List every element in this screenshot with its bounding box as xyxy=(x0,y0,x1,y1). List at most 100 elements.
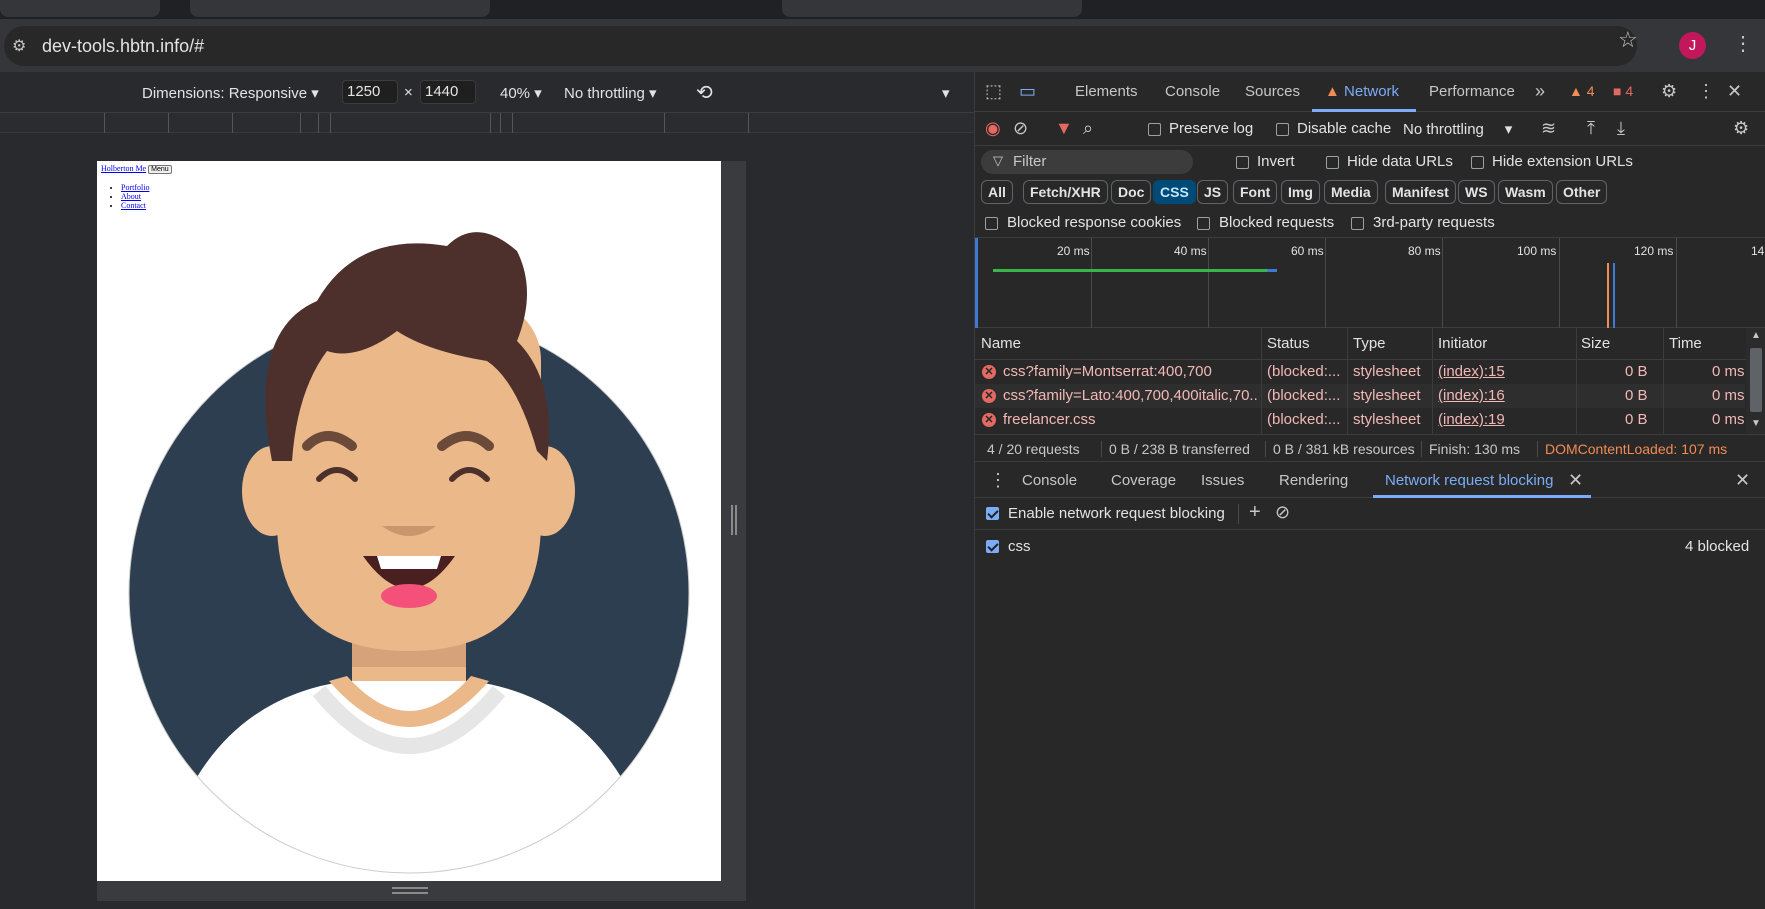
disable-cache-checkbox[interactable] xyxy=(1276,123,1289,136)
table-scrollbar[interactable]: ▲ ▼ xyxy=(1746,328,1765,434)
type-filter-media[interactable]: Media xyxy=(1324,180,1378,204)
preserve-log-checkbox[interactable] xyxy=(1148,123,1161,136)
hide-data-urls-label: Hide data URLs xyxy=(1347,153,1453,170)
customize-menu-icon[interactable]: ⋮ xyxy=(1697,81,1715,102)
hide-data-urls-checkbox[interactable] xyxy=(1326,156,1339,169)
type-filter-css[interactable]: CSS xyxy=(1153,180,1196,204)
blocked-response-cookies-checkbox[interactable] xyxy=(985,217,998,230)
tab-console[interactable]: Console xyxy=(1165,83,1220,100)
drawer-tab-network-request-blocking[interactable]: Network request blocking xyxy=(1385,472,1553,489)
media-query-ruler xyxy=(0,113,974,133)
tab-elements[interactable]: Elements xyxy=(1075,83,1138,100)
close-drawer-tab-icon[interactable]: ✕ xyxy=(1568,470,1583,491)
tab-performance[interactable]: Performance xyxy=(1429,83,1515,100)
column-type[interactable]: Type xyxy=(1353,335,1386,352)
type-filter-wasm[interactable]: Wasm xyxy=(1498,180,1553,204)
tab-network[interactable]: ▲ Network xyxy=(1325,83,1399,100)
requests-table: Name Status Type Initiator Size Time ✕ c… xyxy=(975,328,1765,434)
device-toggle-icon[interactable]: ▭ xyxy=(1019,81,1036,102)
inspect-element-icon[interactable]: ⬚ xyxy=(985,81,1002,102)
drawer-tab-issues[interactable]: Issues xyxy=(1201,472,1244,489)
add-pattern-icon[interactable]: + xyxy=(1249,501,1261,524)
type-filter-other[interactable]: Other xyxy=(1556,180,1608,204)
filter-funnel-icon[interactable]: ▼ xyxy=(1055,118,1073,139)
scroll-thumb[interactable] xyxy=(1750,348,1762,412)
height-input[interactable]: 1440 xyxy=(420,80,476,104)
errors-badge[interactable]: ■ 4 xyxy=(1613,83,1633,99)
type-filter-ws[interactable]: WS xyxy=(1458,180,1495,204)
browser-tab[interactable] xyxy=(0,0,160,17)
scroll-down-arrow-icon[interactable]: ▼ xyxy=(1751,418,1761,429)
column-initiator[interactable]: Initiator xyxy=(1438,335,1487,352)
filter-input[interactable]: ▽ Filter xyxy=(981,150,1193,174)
hide-extension-urls-checkbox[interactable] xyxy=(1471,156,1484,169)
blocked-requests-checkbox[interactable] xyxy=(1197,217,1210,230)
site-settings-icon[interactable]: ⚙ xyxy=(12,36,32,56)
zoom-select[interactable]: 40% ▾ xyxy=(500,84,542,102)
hide-extension-urls-label: Hide extension URLs xyxy=(1492,153,1633,170)
network-conditions-icon[interactable]: ≋ xyxy=(1541,118,1556,139)
browser-tab[interactable] xyxy=(782,0,1082,17)
type-filter-fetch-xhr[interactable]: Fetch/XHR xyxy=(1023,180,1108,204)
column-name[interactable]: Name xyxy=(981,335,1021,352)
column-status[interactable]: Status xyxy=(1267,335,1310,352)
profile-avatar[interactable]: J xyxy=(1679,32,1706,59)
browser-menu-icon[interactable]: ⋮ xyxy=(1733,31,1753,56)
drawer-tab-coverage[interactable]: Coverage xyxy=(1111,472,1176,489)
search-icon[interactable]: ⌕ xyxy=(1083,118,1093,139)
row-initiator-link[interactable]: (index):15 xyxy=(1438,363,1505,380)
drawer-menu-icon[interactable]: ⋮ xyxy=(989,470,1007,491)
blocking-pattern-row[interactable]: css 4 blocked xyxy=(975,530,1765,564)
table-row[interactable]: ✕ freelancer.css (blocked:... stylesheet… xyxy=(975,408,1745,432)
bookmark-star-icon[interactable]: ☆ xyxy=(1618,27,1638,53)
invert-checkbox[interactable] xyxy=(1236,156,1249,169)
throttling-select[interactable]: No throttling ▾ xyxy=(564,84,657,102)
type-filter-all[interactable]: All xyxy=(981,180,1013,204)
table-row[interactable]: ✕ css?family=Montserrat:400,700 (blocked… xyxy=(975,360,1745,384)
tab-sources[interactable]: Sources xyxy=(1245,83,1300,100)
settings-gear-icon[interactable]: ⚙ xyxy=(1661,81,1677,102)
column-size[interactable]: Size xyxy=(1581,335,1610,352)
type-filter-js[interactable]: JS xyxy=(1197,180,1229,204)
drawer-tab-bar: ⋮ Console Coverage Issues Rendering Netw… xyxy=(975,462,1765,498)
record-stop-icon[interactable]: ◉ xyxy=(985,118,1001,139)
emulated-viewport[interactable]: Holberton MeMenu Portfolio About Contact xyxy=(97,161,721,881)
viewport-resize-handle-right[interactable] xyxy=(721,161,746,881)
type-filter-img[interactable]: Img xyxy=(1281,180,1320,204)
finish-time: Finish: 130 ms xyxy=(1429,441,1521,457)
table-row[interactable]: ✕ css?family=Lato:400,700,400italic,70..… xyxy=(975,384,1745,408)
rotate-icon[interactable]: ⟲ xyxy=(696,80,713,105)
row-initiator-link[interactable]: (index):16 xyxy=(1438,387,1505,404)
width-input[interactable]: 1250 xyxy=(342,80,398,104)
close-devtools-icon[interactable]: ✕ xyxy=(1727,81,1742,102)
enable-blocking-checkbox[interactable] xyxy=(986,507,999,520)
close-drawer-icon[interactable]: ✕ xyxy=(1735,470,1750,491)
column-time[interactable]: Time xyxy=(1669,335,1702,352)
more-options-icon[interactable]: ▾ xyxy=(942,84,950,102)
timeline-left-handle[interactable] xyxy=(975,238,978,328)
row-initiator-link[interactable]: (index):19 xyxy=(1438,411,1505,428)
scroll-up-arrow-icon[interactable]: ▲ xyxy=(1751,330,1761,341)
remove-all-patterns-icon[interactable]: ⊘ xyxy=(1275,502,1290,523)
dimensions-select[interactable]: Dimensions: Responsive ▾ xyxy=(142,84,319,102)
type-filter-doc[interactable]: Doc xyxy=(1111,180,1152,204)
row-name: freelancer.css xyxy=(1003,411,1096,428)
viewport-resize-handle-bottom[interactable] xyxy=(97,881,746,901)
type-filter-manifest[interactable]: Manifest xyxy=(1385,180,1456,204)
network-settings-icon[interactable]: ⚙ xyxy=(1733,118,1749,139)
url-text[interactable]: dev-tools.hbtn.info/# xyxy=(42,36,204,57)
drawer-tab-console[interactable]: Console xyxy=(1022,472,1077,489)
browser-tab[interactable] xyxy=(190,0,490,17)
export-har-icon[interactable]: ⤓ xyxy=(1617,118,1625,139)
pattern-checkbox[interactable] xyxy=(986,540,999,553)
network-throttling-select[interactable]: No throttling ▾ xyxy=(1403,120,1512,138)
network-overview-timeline[interactable]: 20 ms 40 ms 60 ms 80 ms 100 ms 120 ms 14 xyxy=(975,238,1765,328)
type-filter-font[interactable]: Font xyxy=(1233,180,1278,204)
warnings-badge[interactable]: ▲ 4 xyxy=(1569,83,1595,99)
drawer-tab-rendering[interactable]: Rendering xyxy=(1279,472,1348,489)
import-har-icon[interactable]: ⤒ xyxy=(1587,118,1595,139)
clear-icon[interactable]: ⊘ xyxy=(1013,118,1028,139)
more-tabs-icon[interactable]: » xyxy=(1535,81,1545,102)
address-bar[interactable]: ⚙ dev-tools.hbtn.info/# xyxy=(4,26,1637,66)
third-party-requests-checkbox[interactable] xyxy=(1351,217,1364,230)
